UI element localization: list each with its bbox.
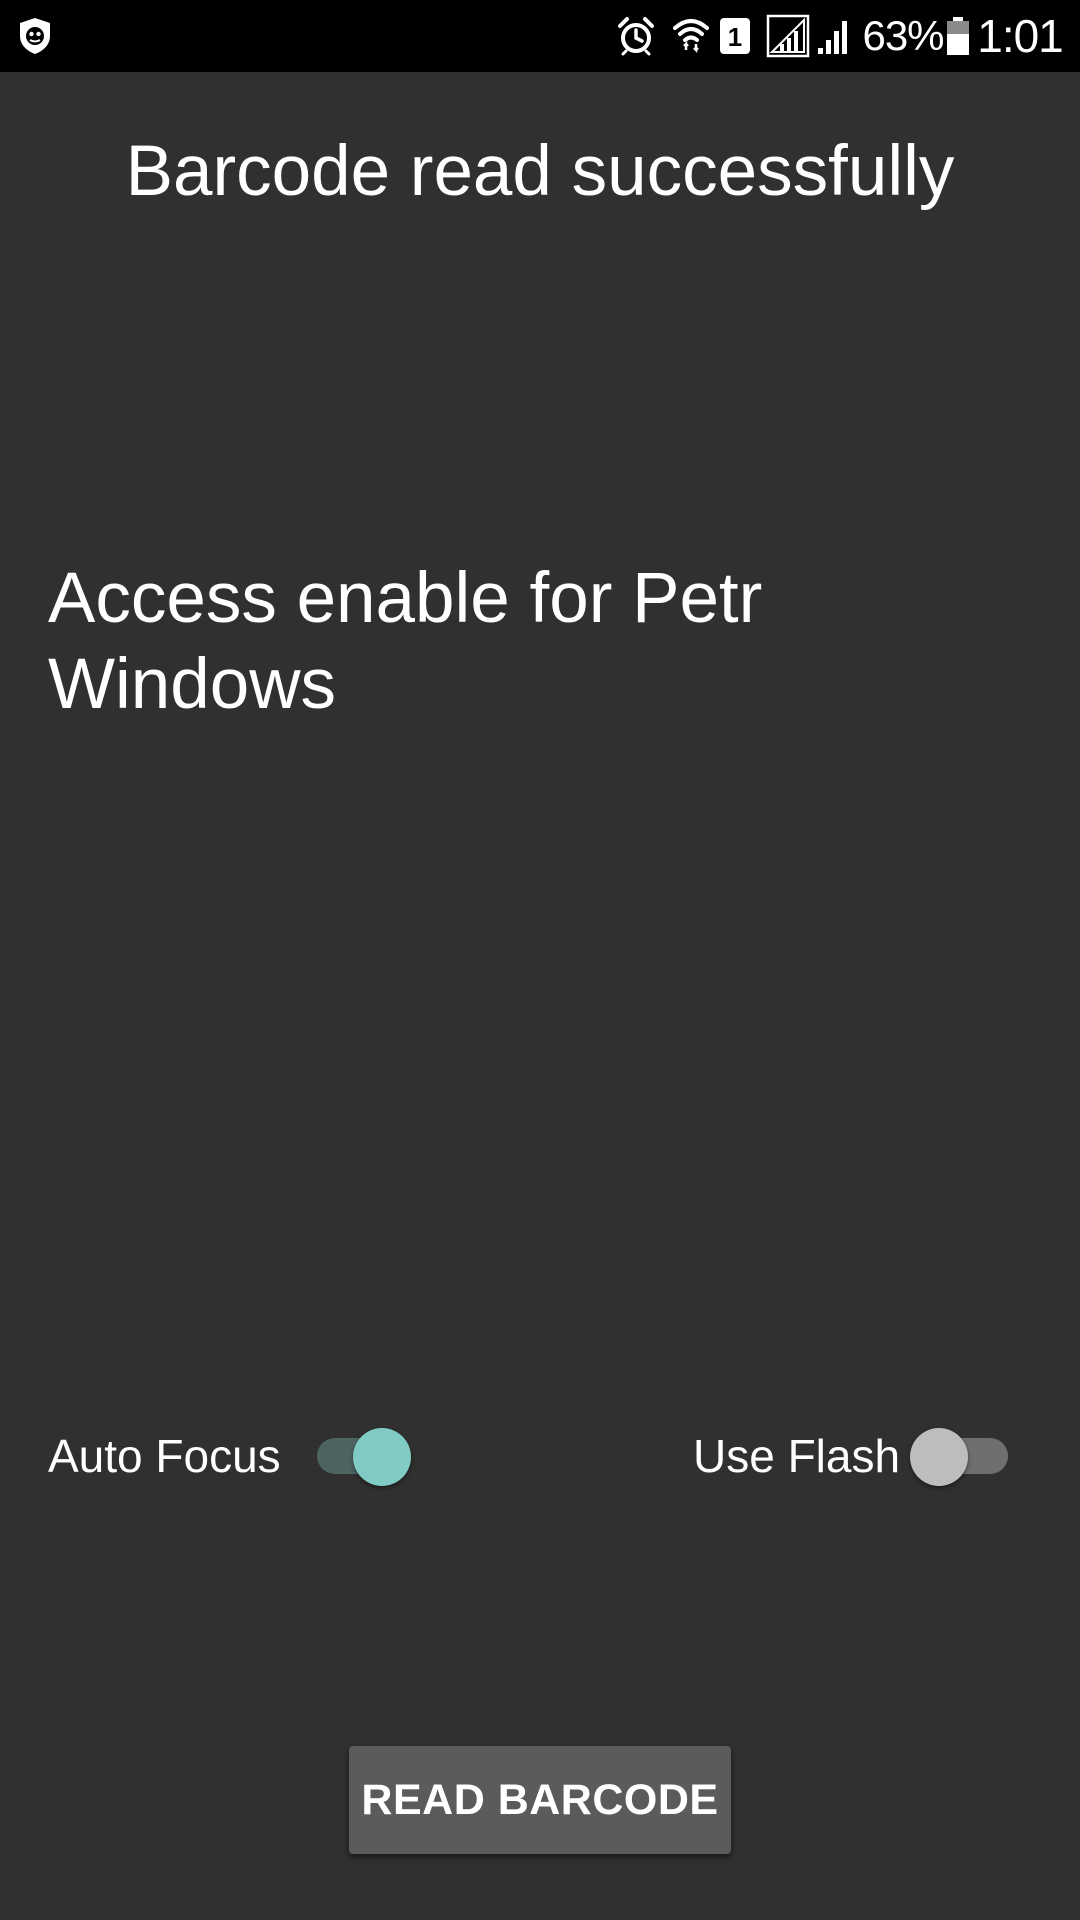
- signal-icon: [764, 0, 812, 72]
- signal-icon: [814, 0, 854, 72]
- use-flash-label: Use Flash: [693, 1430, 901, 1482]
- status-clock: 1:01: [977, 10, 1064, 62]
- use-flash-switch[interactable]: [910, 1420, 1010, 1492]
- switch-thumb: [910, 1428, 969, 1486]
- auto-focus-row[interactable]: Auto Focus: [48, 1420, 411, 1492]
- auto-focus-label: Auto Focus: [48, 1430, 281, 1482]
- auto-focus-switch[interactable]: [305, 1420, 411, 1492]
- alarm-icon: [614, 0, 658, 72]
- svg-text:1: 1: [728, 22, 742, 52]
- switch-thumb: [352, 1428, 411, 1486]
- result-message: Access enable for Petr Windows: [48, 559, 763, 724]
- battery-percent: 63%: [862, 12, 944, 59]
- sim-1-icon: 1: [718, 0, 752, 72]
- page-title: Barcode read successfully: [125, 132, 955, 211]
- use-flash-row[interactable]: Use Flash: [693, 1420, 1010, 1492]
- battery-fill: [947, 34, 969, 55]
- read-barcode-button[interactable]: READ BARCODE: [349, 1746, 731, 1854]
- wifi-icon: [668, 0, 714, 72]
- status-bar: 1 63% 1:01: [0, 0, 1080, 72]
- battery-icon: [944, 0, 972, 72]
- shield-app-icon: [14, 0, 56, 72]
